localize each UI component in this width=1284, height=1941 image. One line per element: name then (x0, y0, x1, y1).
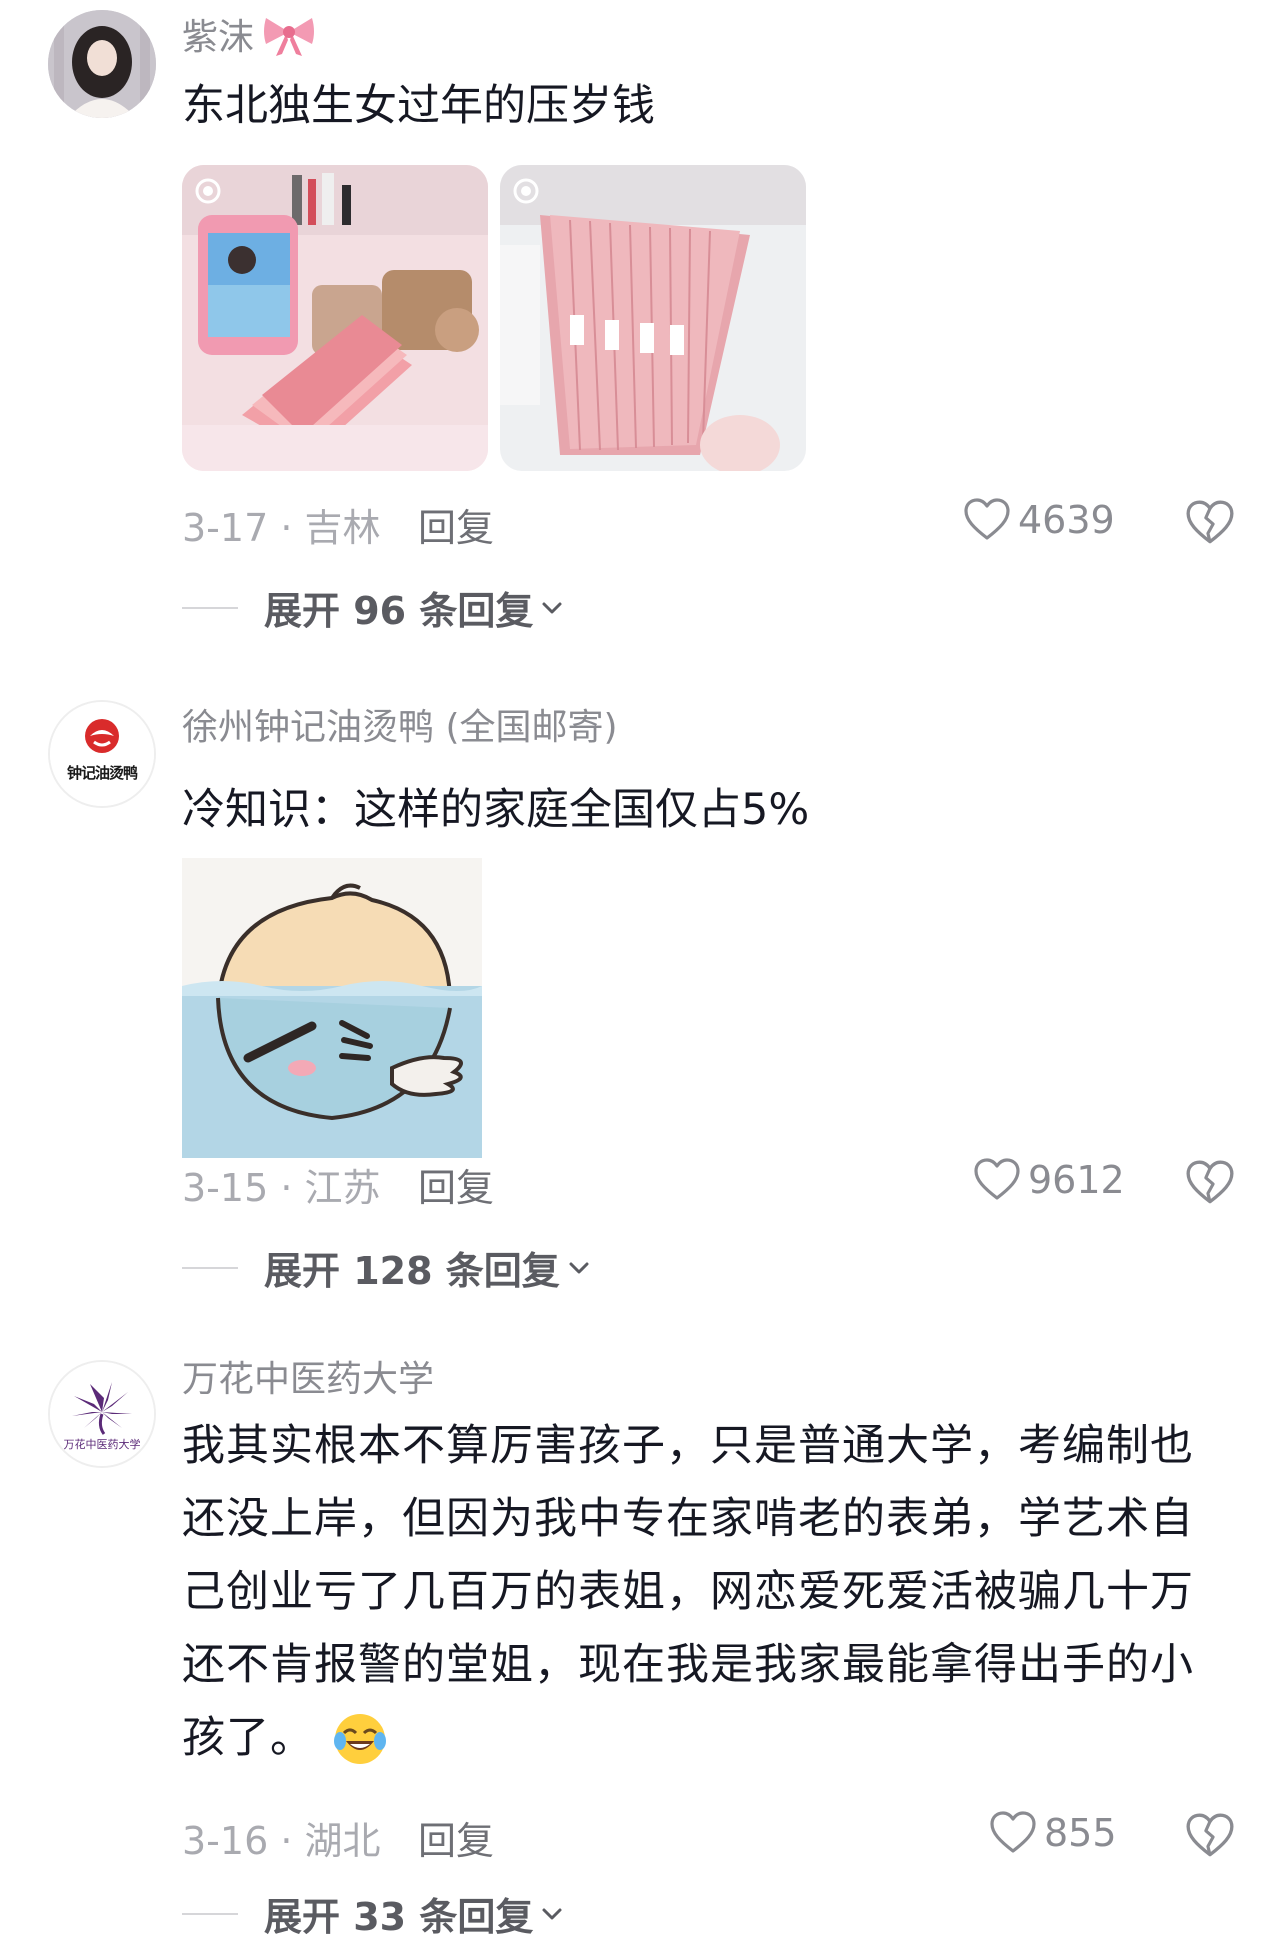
chevron-down-icon (542, 602, 562, 613)
avatar[interactable]: 钟记油烫鸭 (48, 700, 156, 808)
broken-heart-icon (1186, 1813, 1234, 1857)
comment-date-location: 3-16 · 湖北 (182, 1819, 381, 1863)
heart-outline-icon (990, 1811, 1036, 1853)
like-button[interactable]: 855 (988, 1808, 1117, 1858)
comment-item: 紫沫 东北独生女过年的压岁钱 3-17 · 吉林 回复 4639 展开 96 条… (0, 0, 1284, 650)
avatar-portrait-image (48, 10, 156, 118)
like-button[interactable]: 9612 (972, 1155, 1125, 1205)
crying-laughing-emoji-icon (334, 1713, 386, 1764)
expand-replies-label: 展开 96 条回复 (264, 589, 534, 633)
heart-outline-icon (974, 1158, 1020, 1200)
comment-text: 东北独生女过年的压岁钱 (182, 81, 655, 131)
username[interactable]: 紫沫 (182, 6, 318, 62)
comment-date-location: 3-17 · 吉林 (182, 506, 381, 550)
comment-sticker[interactable] (182, 858, 482, 1158)
pink-bow-icon (264, 18, 315, 56)
like-count: 9612 (1028, 1158, 1125, 1202)
comment-text-last-line: 孩了。 (182, 1702, 1212, 1775)
username[interactable]: 徐州钟记油烫鸭 (全国邮寄) (182, 696, 618, 752)
divider (182, 1266, 238, 1269)
comment-text: 冷知识：这样的家庭全国仅占5% (182, 785, 810, 835)
comment-item: 万花中医药大学 万花中医药大学 我其实根本不算厉害孩子，只是普通大学，考编制也 … (0, 1348, 1284, 1939)
expand-replies-button[interactable]: 展开 96 条回复 (182, 580, 565, 635)
divider (182, 1912, 238, 1915)
broken-heart-icon (1186, 500, 1234, 544)
reply-button[interactable]: 回复 (418, 497, 494, 552)
comment-text-line: 己创业亏了几百万的表姐，网恋爱死爱活被骗几十万 (182, 1567, 1194, 1617)
comment-text: 我其实根本不算厉害孩子，只是普通大学，考编制也 还没上岸，但因为我中专在家啃老的… (182, 1410, 1212, 1775)
avatar-logo-text: 万花中医药大学 (63, 1438, 141, 1451)
photo-money-desk-image (182, 165, 488, 471)
comment-image[interactable] (500, 165, 806, 471)
expand-replies-button[interactable]: 展开 33 条回复 (182, 1886, 565, 1941)
avatar[interactable] (48, 10, 156, 118)
comment-text-line: 还不肯报警的堂姐，现在我是我家最能拿得出手的小 (182, 1640, 1194, 1690)
drowning-bun-sticker-image (182, 858, 482, 1158)
avatar[interactable]: 万花中医药大学 (48, 1360, 156, 1468)
expand-replies-button[interactable]: 展开 128 条回复 (182, 1240, 592, 1295)
reply-button[interactable]: 回复 (418, 1157, 494, 1212)
comment-image[interactable] (182, 165, 488, 471)
like-count: 4639 (1018, 498, 1115, 542)
broken-heart-icon (1186, 1160, 1234, 1204)
username[interactable]: 万花中医药大学 (182, 1348, 434, 1404)
like-button[interactable]: 4639 (962, 495, 1115, 545)
dislike-button[interactable] (1184, 1157, 1236, 1209)
heart-outline-icon (964, 498, 1010, 540)
comment-text-line: 我其实根本不算厉害孩子，只是普通大学，考编制也 (182, 1421, 1194, 1471)
dislike-button[interactable] (1184, 497, 1236, 549)
username-text: 紫沫 (182, 17, 255, 58)
comment-text-line: 孩了。 (182, 1713, 314, 1763)
expand-replies-label: 展开 128 条回复 (264, 1249, 560, 1293)
avatar-logo-text: 钟记油烫鸭 (66, 764, 138, 782)
comment-text-line: 还没上岸，但因为我中专在家啃老的表弟，学艺术自 (182, 1494, 1194, 1544)
reply-button[interactable]: 回复 (418, 1810, 494, 1865)
expand-replies-label: 展开 33 条回复 (264, 1895, 534, 1939)
comment-item: 钟记油烫鸭 徐州钟记油烫鸭 (全国邮寄) 冷知识：这样的家庭全国仅占5% 3-1… (0, 690, 1284, 1320)
duck-shop-logo-icon (50, 702, 154, 806)
divider (182, 606, 238, 609)
chevron-down-icon (569, 1262, 589, 1273)
comment-date-location: 3-15 · 江苏 (182, 1166, 381, 1210)
photo-money-stack-image (500, 165, 806, 471)
like-count: 855 (1044, 1811, 1117, 1855)
dislike-button[interactable] (1184, 1810, 1236, 1862)
